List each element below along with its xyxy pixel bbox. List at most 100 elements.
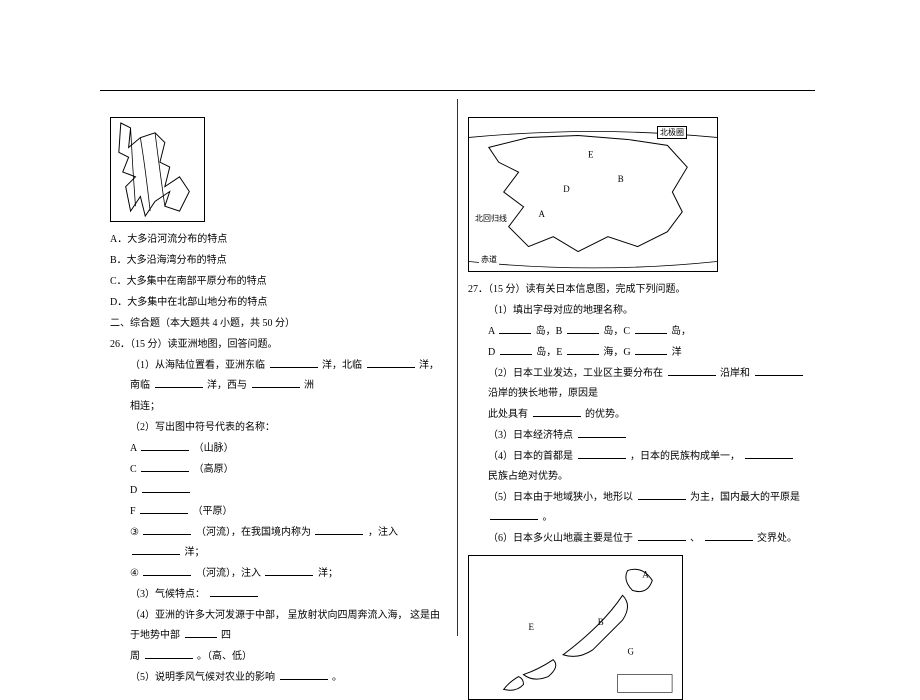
blank <box>270 358 318 368</box>
q26-river3: ③ （河流），在我国境内称为 ，注入 洋； <box>110 523 447 563</box>
blank <box>567 345 599 355</box>
suffix-C: （高原） <box>194 464 234 475</box>
suffix-A: 岛，B <box>536 326 563 337</box>
label-A: A <box>130 443 137 454</box>
blank <box>705 531 753 541</box>
blank <box>185 628 217 638</box>
option-b: B．大多沿海湾分布的特点 <box>110 251 447 271</box>
blank <box>143 566 191 576</box>
blank <box>142 483 190 493</box>
text-3d: 洋； <box>185 547 205 558</box>
q27-5b: 为主，国内最大的平原是 <box>690 492 800 503</box>
blank <box>141 441 189 451</box>
suffix-G: 洋 <box>672 347 682 358</box>
blank <box>638 490 686 500</box>
label-C: C <box>130 464 137 475</box>
q27-4b: ，日本的民族构成单一， <box>630 451 740 462</box>
blank <box>567 324 599 334</box>
q26-4a-text: （4）亚洲的许多大河发源于中部， 呈放射状向四周奔流入海， 这是由于地势中部 <box>130 610 440 641</box>
q27-6: （6）日本多火山地震主要是位于 、 交界处。 <box>468 529 805 549</box>
q27-3-text: （3）日本经济特点 <box>488 430 573 441</box>
map-southeast-asia <box>110 117 205 222</box>
q27-heading: 27．（15 分）读有关日本信息图，完成下列问题。 <box>468 280 805 300</box>
label-D: D <box>488 347 495 358</box>
svg-text:E: E <box>588 149 593 159</box>
suffix-C: 岛， <box>671 326 691 337</box>
label-D: D <box>130 485 137 496</box>
svg-text:E: E <box>528 622 533 632</box>
blank <box>132 545 180 555</box>
q27-ABC: A 岛，B 岛，C 岛， <box>468 322 805 342</box>
q26-F: F （平原） <box>110 502 447 522</box>
svg-text:A: A <box>642 569 649 579</box>
blank <box>745 449 793 459</box>
blank <box>140 504 188 514</box>
suffix-A: （山脉） <box>194 443 234 454</box>
label-F: F <box>130 506 136 517</box>
suffix-B: 岛，C <box>603 326 630 337</box>
q26-5: （5）说明季风气候对农业的影响 。 <box>110 668 447 688</box>
q26-3-climate: （3）气候特点： <box>110 585 447 605</box>
suffix-E: 海，G <box>603 347 630 358</box>
q26-A: A （山脉） <box>110 439 447 459</box>
q26-4-rivers: （4）亚洲的许多大河发源于中部， 呈放射状向四周奔流入海， 这是由于地势中部 四 <box>110 606 447 646</box>
q26-4b-text: 四 <box>221 630 231 641</box>
q27-2: （2）日本工业发达，工业区主要分布在 沿岸和 沿岸的狭长地带，原因是 <box>468 364 805 404</box>
svg-text:B: B <box>618 174 624 184</box>
blank <box>638 531 686 541</box>
blank <box>499 324 531 334</box>
map-asia: E B D A 北极圈 北回归线 赤道 <box>468 117 718 272</box>
blank <box>500 345 532 355</box>
label-A: A <box>488 326 495 337</box>
blank <box>635 345 667 355</box>
q27-1: （1）填出字母对应的地理名称。 <box>468 301 805 321</box>
suffix-D: 岛，E <box>536 347 562 358</box>
blank <box>252 378 300 388</box>
q27-2c: 沿岸的狭长地带，原因是 <box>488 388 598 399</box>
q27-5: （5）日本由于地域狭小，地形以 为主，国内最大的平原是 。 <box>468 488 805 528</box>
q27-2-cont: 此处具有 的优势。 <box>468 405 805 425</box>
q27-4a: （4）日本的首都是 <box>488 451 573 462</box>
blank <box>668 366 716 376</box>
blank <box>280 670 328 680</box>
q27-2d: 此处具有 <box>488 409 528 420</box>
q26-2: （2）写出图中符号代表的名称： <box>110 418 447 438</box>
q26-3-text: （3）气候特点： <box>130 589 205 600</box>
option-d: D．大多集中在北部山地分布的特点 <box>110 293 447 313</box>
q26-1: （1）从海陆位置看，亚洲东临 洋，北临 洋，南临 洋，西与 洲 <box>110 356 447 396</box>
left-column: A．大多沿河流分布的特点 B．大多沿海湾分布的特点 C．大多集中在南部平原分布的… <box>100 99 458 636</box>
q27-6a: （6）日本多火山地震主要是位于 <box>488 533 633 544</box>
q27-4: （4）日本的首都是 ，日本的民族构成单一， 民族占绝对优势。 <box>468 447 805 487</box>
blank <box>155 378 203 388</box>
q26-1-text-a: （1）从海陆位置看，亚洲东临 <box>130 360 265 371</box>
q26-4-rivers-cont: 周 。（高、低） <box>110 647 447 667</box>
page-frame: A．大多沿河流分布的特点 B．大多沿海湾分布的特点 C．大多集中在南部平原分布的… <box>100 90 815 636</box>
q26-1-text-b: 洋，北临 <box>322 360 362 371</box>
text-3c: ，注入 <box>368 527 398 538</box>
q26-1-cont: 相连； <box>110 397 447 417</box>
q26-5b-text: 。 <box>332 672 342 683</box>
section-heading: 二、综合题（本大题共 4 小题，共 50 分） <box>110 314 447 334</box>
q26-1-text-e: 洲 <box>304 380 314 391</box>
q27-5c: 。 <box>543 512 553 523</box>
q27-2e: 的优势。 <box>585 409 625 420</box>
text-4b: （河流），注入 <box>196 568 261 579</box>
q26-D: D <box>110 481 447 501</box>
suffix-F: （平原） <box>193 506 233 517</box>
label-tropic-cancer: 北回归线 <box>473 213 509 224</box>
label-4: ④ <box>130 568 139 579</box>
q27-3: （3）日本经济特点 <box>468 426 805 446</box>
option-c: C．大多集中在南部平原分布的特点 <box>110 272 447 292</box>
text-4c: 洋； <box>318 568 338 579</box>
text-3b: （河流），在我国境内称为 <box>196 527 311 538</box>
blank <box>143 525 191 535</box>
blank <box>315 525 363 535</box>
q27-5a: （5）日本由于地域狭小，地形以 <box>488 492 633 503</box>
svg-text:A: A <box>538 209 545 219</box>
blank <box>578 428 626 438</box>
q26-4d-text: 。（高、低） <box>197 651 252 662</box>
map-japan: A B E G <box>468 555 683 700</box>
q27-2a: （2）日本工业发达，工业区主要分布在 <box>488 368 663 379</box>
blank <box>265 566 313 576</box>
svg-text:G: G <box>628 647 635 657</box>
